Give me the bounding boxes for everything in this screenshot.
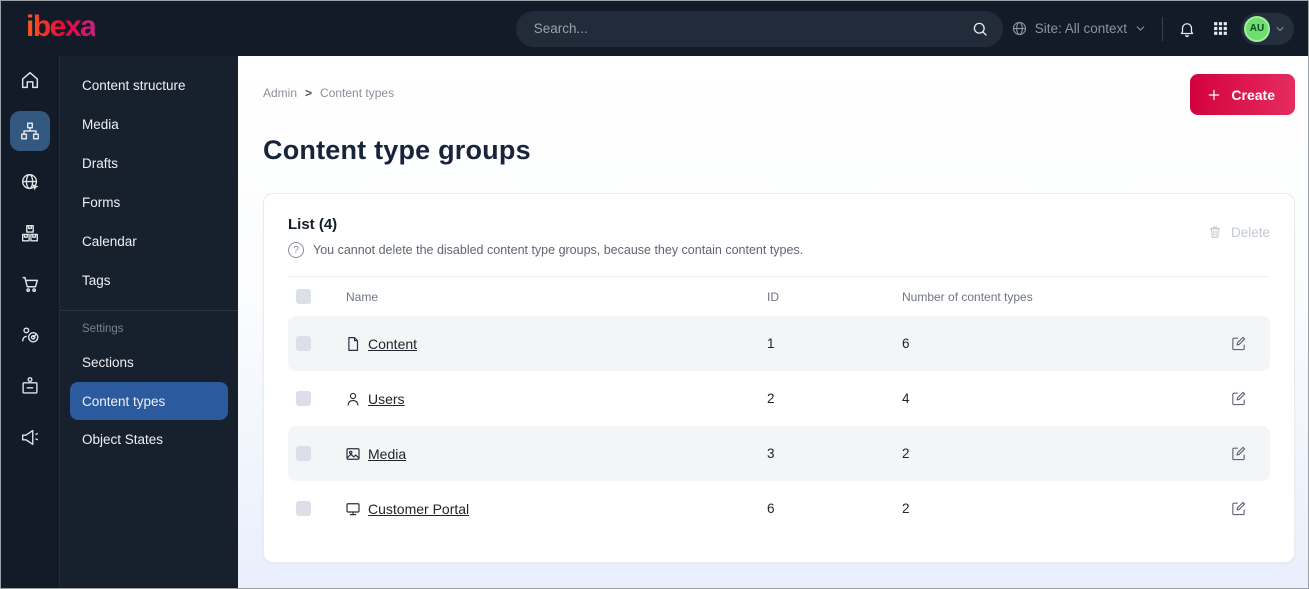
topbar: ibexa Site: All context: [1, 1, 1308, 56]
list-head-left: List (4) ? You cannot delete the disable…: [288, 216, 803, 258]
group-name-link[interactable]: Media: [368, 446, 767, 462]
edit-icon[interactable]: [1230, 390, 1270, 407]
group-count: 6: [902, 336, 910, 351]
group-id: 1: [767, 336, 775, 351]
global-search[interactable]: [515, 10, 1003, 47]
content-structure-icon[interactable]: [10, 111, 50, 151]
search-icon[interactable]: [971, 20, 989, 38]
table-row: Media 3 2: [288, 426, 1270, 481]
breadcrumb-admin[interactable]: Admin: [263, 86, 297, 100]
site-globe-icon[interactable]: [19, 171, 41, 193]
group-id: 3: [767, 446, 775, 461]
table-row: Users 2 4: [288, 371, 1270, 426]
column-header-name: Name: [346, 289, 379, 304]
table-row: Content 1 6: [288, 316, 1270, 371]
settings-section-label: Settings: [82, 323, 124, 335]
list-help-text: You cannot delete the disabled content t…: [313, 243, 804, 257]
group-count: 2: [902, 501, 910, 516]
create-button[interactable]: Create: [1190, 74, 1295, 115]
delete-button-label: Delete: [1230, 224, 1270, 240]
delete-button[interactable]: Delete: [1207, 224, 1270, 240]
group-id: 2: [767, 391, 775, 406]
chevron-down-icon: [1134, 22, 1147, 35]
sidebar-item-sections[interactable]: Sections: [60, 343, 238, 382]
menu-divider: [60, 310, 238, 311]
group-name-link[interactable]: Content: [368, 336, 767, 352]
table-row: Customer Portal 6 2: [288, 481, 1270, 536]
notifications-bell-icon[interactable]: [1178, 20, 1196, 38]
breadcrumb-separator: >: [305, 86, 313, 100]
table-header-row: Name ID Number of content types: [288, 276, 1270, 316]
main-content: Admin > Content types Create Content typ…: [238, 56, 1308, 588]
row-checkbox[interactable]: [296, 391, 311, 406]
user-icon: [328, 390, 368, 408]
list-title: List (4): [288, 216, 338, 233]
side-menu: Content structure Media Drafts Forms Cal…: [59, 56, 238, 588]
group-count: 2: [902, 446, 910, 461]
select-all-checkbox[interactable]: [296, 289, 311, 304]
products-boxes-icon[interactable]: [19, 222, 41, 244]
file-icon: [328, 335, 368, 353]
create-button-label: Create: [1231, 86, 1275, 103]
sidebar-item-content-structure[interactable]: Content structure: [60, 66, 238, 105]
group-name-link[interactable]: Customer Portal: [368, 501, 767, 517]
plus-icon: [1206, 87, 1222, 103]
edit-icon[interactable]: [1230, 445, 1270, 462]
image-icon: [328, 445, 368, 463]
sidebar-item-object-states[interactable]: Object States: [60, 420, 238, 459]
icon-rail: [1, 56, 59, 588]
sidebar-item-forms[interactable]: Forms: [60, 183, 238, 222]
row-checkbox[interactable]: [296, 501, 311, 516]
sidebar-item-content-types[interactable]: Content types: [70, 382, 228, 420]
row-checkbox[interactable]: [296, 446, 311, 461]
sidebar-item-tags[interactable]: Tags: [60, 261, 238, 300]
ibexa-logo[interactable]: ibexa: [26, 11, 97, 46]
trash-icon: [1207, 224, 1223, 240]
home-icon[interactable]: [19, 69, 41, 91]
commerce-cart-icon[interactable]: [19, 273, 41, 295]
content-type-groups-table: Name ID Number of content types Content …: [288, 276, 1270, 536]
help-question-icon: ?: [288, 242, 304, 258]
column-header-id: ID: [767, 289, 779, 304]
app-window: ibexa Site: All context: [0, 0, 1309, 589]
chevron-down-icon: [1274, 23, 1286, 35]
main-header: Admin > Content types Create: [263, 74, 1295, 115]
list-help: ? You cannot delete the disabled content…: [288, 242, 803, 258]
edit-icon[interactable]: [1230, 500, 1270, 517]
personalization-badge-icon[interactable]: [19, 375, 41, 397]
edit-icon[interactable]: [1230, 335, 1270, 352]
search-input[interactable]: [533, 21, 971, 36]
topbar-right-cluster: Site: All context AU: [1011, 12, 1294, 45]
site-context-selector[interactable]: Site: All context: [1011, 20, 1147, 37]
app-body: Content structure Media Drafts Forms Cal…: [1, 56, 1308, 588]
column-header-count: Number of content types: [902, 289, 1033, 304]
sidebar-item-drafts[interactable]: Drafts: [60, 144, 238, 183]
group-name-link[interactable]: Users: [368, 391, 767, 407]
page-title: Content type groups: [263, 135, 531, 165]
app-switcher-grid-icon[interactable]: [1212, 20, 1229, 37]
group-count: 4: [902, 391, 910, 406]
list-card-header: List (4) ? You cannot delete the disable…: [288, 216, 1270, 258]
campaign-megaphone-icon[interactable]: [19, 426, 41, 448]
sidebar-item-calendar[interactable]: Calendar: [60, 222, 238, 261]
avatar: AU: [1244, 15, 1270, 42]
globe-icon: [1011, 20, 1028, 37]
row-checkbox[interactable]: [296, 336, 311, 351]
group-id: 6: [767, 501, 775, 516]
marketing-target-icon[interactable]: [19, 324, 41, 346]
topbar-divider: [1162, 16, 1163, 41]
sidebar-item-media[interactable]: Media: [60, 105, 238, 144]
monitor-icon: [328, 500, 368, 518]
site-context-label: Site: All context: [1034, 21, 1127, 36]
breadcrumb-content-types[interactable]: Content types: [320, 86, 394, 100]
user-menu[interactable]: AU: [1241, 12, 1294, 45]
list-card: List (4) ? You cannot delete the disable…: [263, 193, 1295, 563]
breadcrumb: Admin > Content types: [263, 86, 394, 100]
